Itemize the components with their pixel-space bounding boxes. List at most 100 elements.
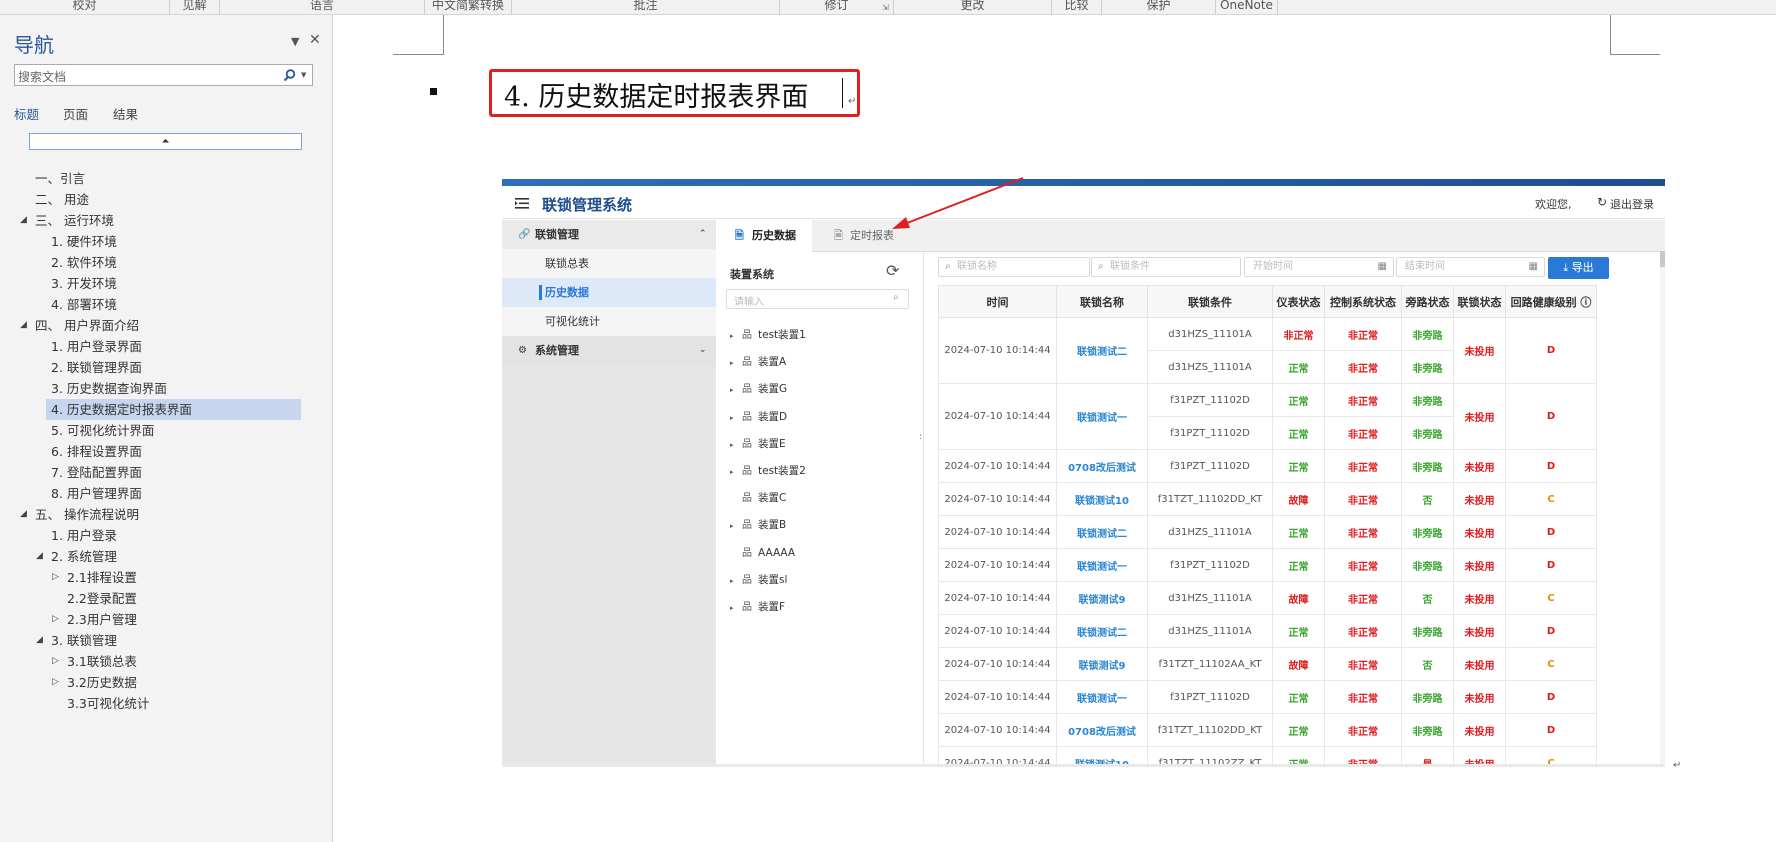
menu-icon[interactable] [515, 198, 529, 209]
collapse-triangle-icon[interactable]: ◢ [36, 630, 43, 651]
nav-heading-item[interactable]: 二、 用途 [35, 189, 89, 210]
device-tree-item[interactable]: ▸ 品装置A [730, 353, 786, 371]
expand-caret-icon[interactable]: ▸ [730, 436, 742, 454]
expand-caret-icon[interactable]: ▸ [730, 381, 742, 399]
nav-tab-headings[interactable]: 标题 [14, 104, 39, 123]
device-tree-item[interactable]: ▸ 品装置sl [730, 571, 787, 589]
nav-heading-item[interactable]: 1. 用户登录 [51, 525, 117, 546]
device-tree-item[interactable]: ▸ 品装置B [730, 516, 786, 534]
collapse-triangle-icon[interactable]: ◢ [36, 546, 43, 567]
sidebar-item-history[interactable]: 历史数据 [502, 278, 716, 307]
scrollbar-thumb[interactable] [1660, 251, 1665, 267]
nav-heading-item[interactable]: 3.3可视化统计 [67, 693, 149, 714]
tree-search-input[interactable]: 请输入 ⌕ [726, 289, 909, 309]
nav-heading-item[interactable]: 三、 运行环境 [35, 210, 114, 231]
expand-caret-icon[interactable]: ▸ [730, 572, 742, 590]
interlock-name-cell[interactable]: 联锁测试10 [1056, 482, 1148, 516]
nav-search-input[interactable]: 搜索文档 ▼ [14, 64, 313, 86]
device-tree-item[interactable]: ▸ 品装置E [730, 435, 786, 453]
interlock-name-cell[interactable]: 联锁测试二 [1056, 614, 1148, 648]
expand-caret-icon[interactable]: ▸ [730, 463, 742, 481]
expand-triangle-icon[interactable]: ▷ [52, 672, 59, 693]
expand-caret-icon[interactable]: ▸ [730, 517, 742, 535]
close-icon[interactable]: ✕ [309, 32, 321, 48]
expand-triangle-icon[interactable]: ▷ [52, 651, 59, 672]
interlock-name-cell[interactable]: 0708改后测试 [1056, 713, 1148, 747]
interlock-name-cell[interactable]: 联锁测试二 [1056, 317, 1148, 384]
expand-triangle-icon[interactable]: ▷ [52, 609, 59, 630]
chevron-down-icon[interactable]: ▼ [291, 35, 299, 48]
interlock-name-cell[interactable]: 联锁测试9 [1056, 647, 1148, 681]
interlock-name-cell[interactable]: 0708改后测试 [1056, 449, 1148, 483]
logout-link[interactable]: 退出登录 [1610, 196, 1654, 212]
collapse-triangle-icon[interactable]: ◢ [20, 504, 27, 525]
nav-heading-item[interactable]: 3. 开发环境 [51, 273, 117, 294]
interlock-name-cell[interactable]: 联锁测试一 [1056, 680, 1148, 714]
nav-tab-results[interactable]: 结果 [113, 104, 138, 123]
control-status-cell: 非正常 [1324, 449, 1402, 483]
dialog-launcher-icon[interactable]: ⇲ [882, 3, 889, 12]
logout-icon[interactable]: ↻ [1597, 195, 1607, 209]
interlock-name-cell[interactable]: 联锁测试一 [1056, 548, 1148, 582]
nav-heading-item[interactable]: 3. 联锁管理 [51, 630, 117, 651]
collapse-all-button[interactable]: ⏶ [29, 133, 302, 150]
nav-heading-item[interactable]: 2.2登录配置 [67, 588, 137, 609]
drag-handle-icon[interactable]: : [919, 432, 922, 442]
expand-triangle-icon[interactable]: ▷ [52, 567, 59, 588]
interlock-name-cell[interactable]: 联锁测试二 [1056, 515, 1148, 549]
nav-heading-item[interactable]: 7. 登陆配置界面 [51, 462, 142, 483]
device-tree-item[interactable]: ▸ 品装置D [730, 408, 787, 426]
end-time-picker[interactable]: 结束时间 ▦ [1396, 257, 1545, 277]
tab-history[interactable]: 🗎 历史数据 [716, 220, 812, 252]
collapse-triangle-icon[interactable]: ◢ [20, 315, 27, 336]
document-heading[interactable]: 4. 历史数据定时报表界面 [504, 75, 808, 114]
nav-heading-item[interactable]: 2. 系统管理 [51, 546, 117, 567]
nav-heading-item[interactable]: 2. 软件环境 [51, 252, 117, 273]
device-tree-item[interactable]: ▸ 品 test装置2 [730, 462, 806, 480]
nav-heading-item[interactable]: 5. 可视化统计界面 [51, 420, 154, 441]
help-icon[interactable]: ⓘ [1577, 296, 1591, 309]
device-tree-item[interactable]: 品 AAAAA [730, 544, 795, 562]
nav-heading-item[interactable]: 2.3用户管理 [67, 609, 137, 630]
refresh-icon[interactable]: ⟳ [886, 261, 899, 280]
interlock-condition-input[interactable]: ⌕ 联锁条件 [1091, 257, 1241, 277]
interlock-name-cell[interactable]: 联锁测试9 [1056, 581, 1148, 615]
nav-heading-item[interactable]: 1. 用户登录界面 [51, 336, 142, 357]
expand-caret-icon[interactable]: ▸ [730, 409, 742, 427]
chevron-down-icon[interactable]: ▼ [301, 71, 306, 79]
horizontal-scrollbar[interactable] [502, 764, 1665, 767]
expand-caret-icon[interactable]: ▸ [730, 599, 742, 617]
nav-heading-item[interactable]: 1. 硬件环境 [51, 231, 117, 252]
sidebar-group-system[interactable]: ⚙ 系统管理 ⌄ [502, 336, 716, 365]
nav-heading-item[interactable]: 3.1联锁总表 [67, 651, 137, 672]
nav-heading-item[interactable]: 8. 用户管理界面 [51, 483, 142, 504]
nav-heading-item[interactable]: 3.2历史数据 [67, 672, 137, 693]
expand-caret-icon[interactable]: ▸ [730, 327, 742, 345]
interlock-name-input[interactable]: ⌕ 联锁名称 [938, 257, 1090, 277]
nav-heading-item[interactable]: 2. 联锁管理界面 [51, 357, 142, 378]
start-time-picker[interactable]: 开始时间 ▦ [1244, 257, 1394, 277]
interlock-name-cell[interactable]: 联锁测试一 [1056, 383, 1148, 450]
nav-heading-item[interactable]: 2.1排程设置 [67, 567, 137, 588]
device-tree-item[interactable]: ▸ 品 test装置1 [730, 326, 806, 344]
nav-heading-item[interactable]: 五、 操作流程说明 [35, 504, 139, 525]
nav-heading-item[interactable]: 4. 部署环境 [51, 294, 117, 315]
nav-tab-pages[interactable]: 页面 [63, 104, 88, 123]
expand-caret-icon[interactable]: ▸ [730, 354, 742, 372]
device-tree-item[interactable]: 品装置C [730, 489, 786, 507]
export-button[interactable]: ⤓ 导出 [1548, 257, 1609, 279]
nav-heading-item[interactable]: 4. 历史数据定时报表界面 [46, 399, 301, 420]
sidebar-item-visual[interactable]: 可视化统计 [502, 307, 716, 336]
device-tree-item[interactable]: ▸ 品装置G [730, 380, 787, 398]
search-icon[interactable] [283, 69, 296, 82]
sidebar-group-interlock[interactable]: 🔗 联锁管理 ⌃ [502, 220, 716, 249]
interlock-name-cell[interactable]: 联锁测试10 [1056, 746, 1148, 765]
table-scrollbar[interactable] [1660, 251, 1665, 767]
device-tree-item[interactable]: ▸ 品装置F [730, 598, 785, 616]
nav-heading-item[interactable]: 一、引言 [35, 168, 85, 189]
sidebar-item-summary[interactable]: 联锁总表 [502, 249, 716, 278]
nav-heading-item[interactable]: 3. 历史数据查询界面 [51, 378, 167, 399]
collapse-triangle-icon[interactable]: ◢ [20, 210, 27, 231]
nav-heading-item[interactable]: 四、 用户界面介绍 [35, 315, 139, 336]
nav-heading-item[interactable]: 6. 排程设置界面 [51, 441, 142, 462]
